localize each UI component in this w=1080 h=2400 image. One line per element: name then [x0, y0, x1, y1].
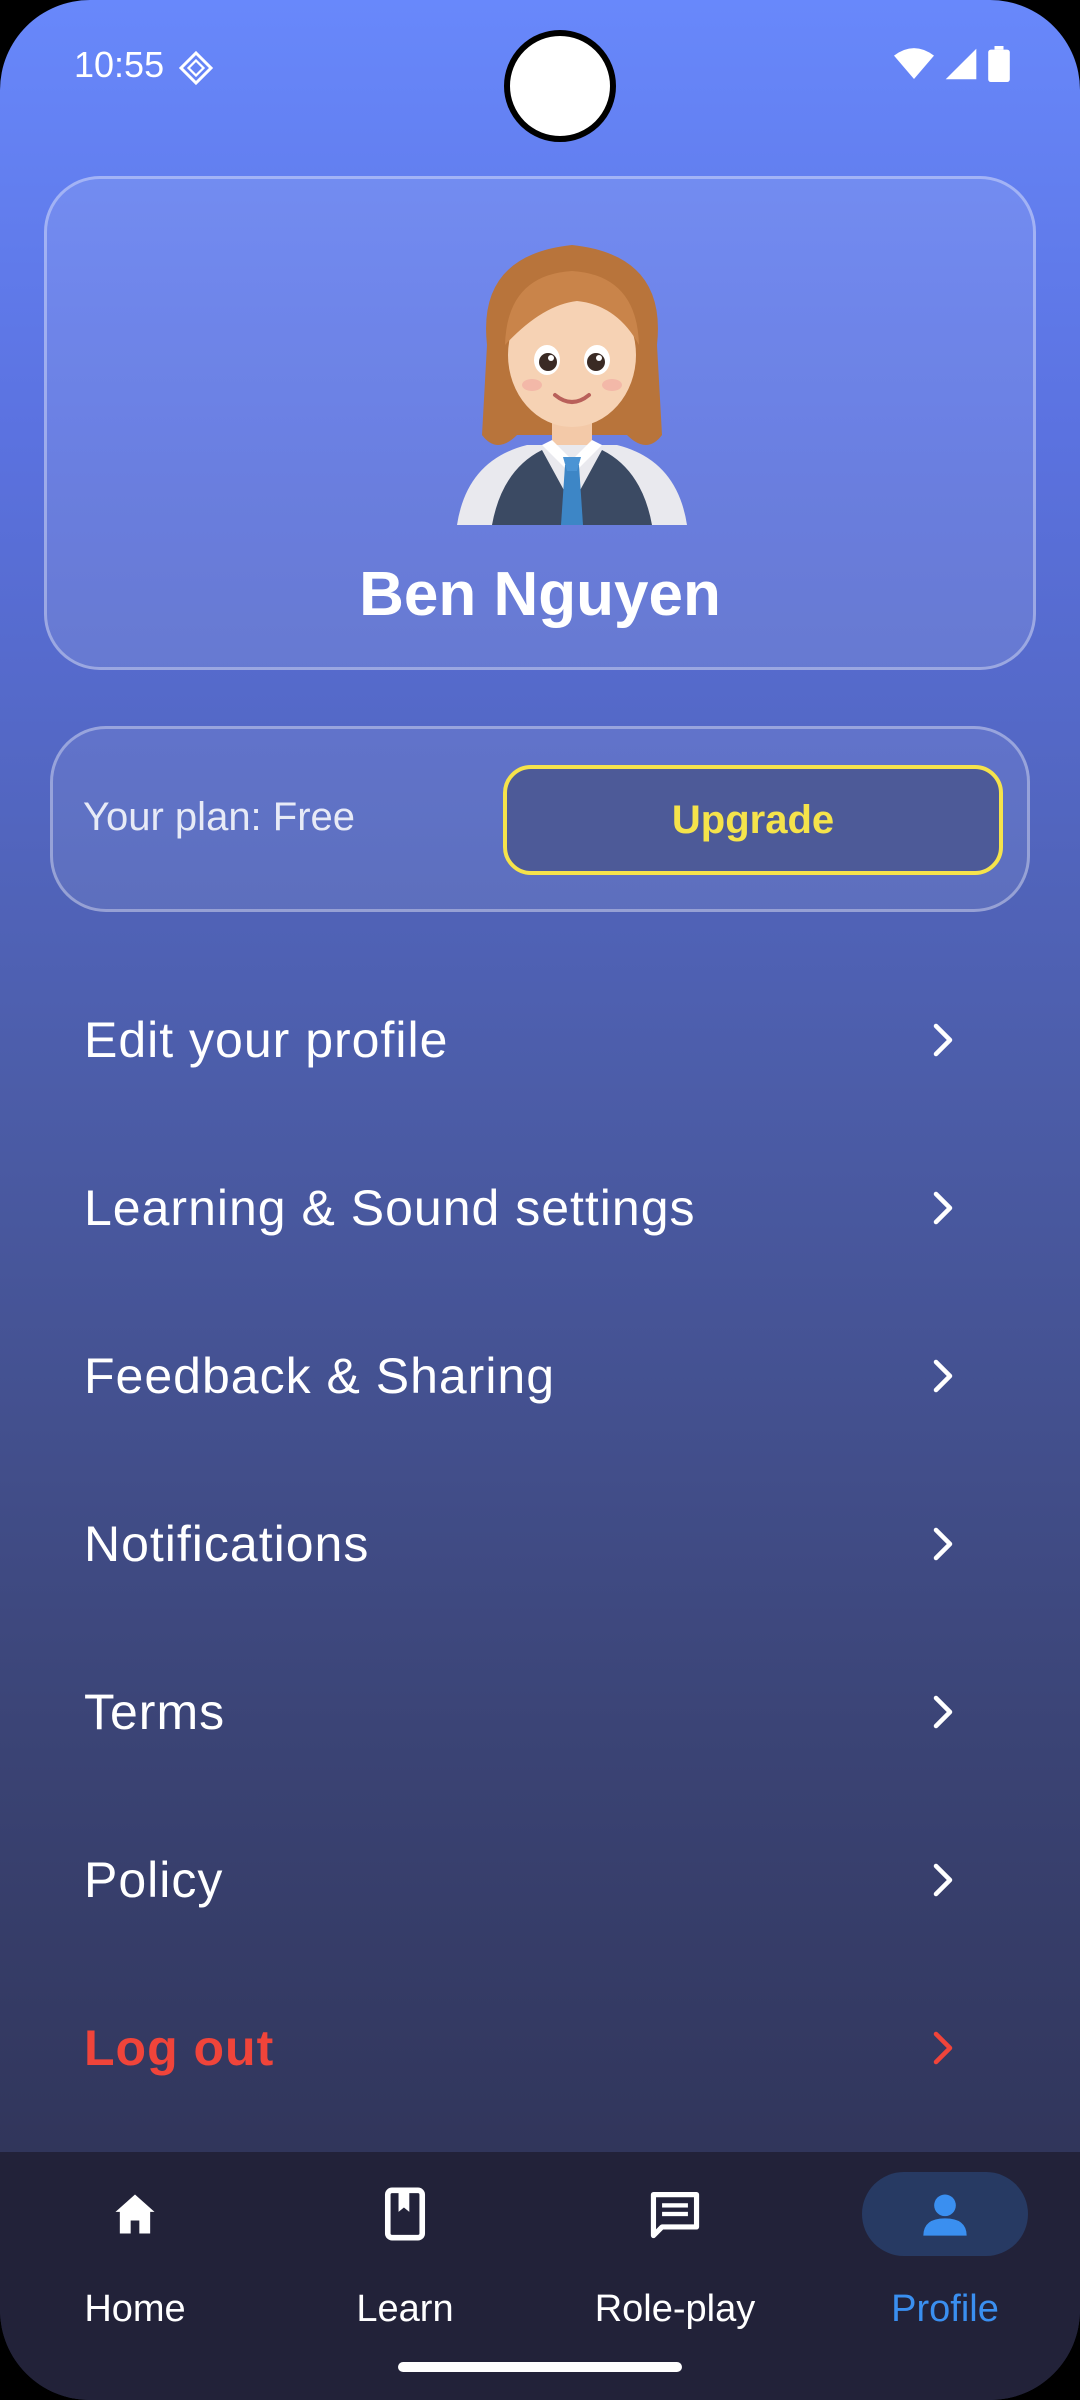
home-indicator[interactable]	[398, 2362, 682, 2372]
chevron-right-icon	[933, 2031, 953, 2065]
chevron-right-icon	[933, 1023, 953, 1057]
nav-item-learn[interactable]: Learn	[270, 2152, 540, 2352]
status-time: 10:55	[74, 44, 165, 85]
menu-item-label: Edit your profile	[84, 1012, 449, 1068]
home-icon	[115, 2194, 155, 2234]
nav-item-role-play[interactable]: Role-play	[540, 2152, 810, 2352]
nav-item-profile[interactable]: Profile	[810, 2152, 1080, 2352]
nav-label: Profile	[891, 2288, 999, 2330]
chevron-right-icon	[933, 1359, 953, 1393]
nav-label: Role-play	[594, 2288, 756, 2330]
menu-item-feedback-sharing[interactable]: Feedback & Sharing	[0, 1301, 1080, 1451]
nav-icon-wrap	[592, 2172, 758, 2256]
sparkle-diamond-icon	[178, 50, 214, 86]
chevron-right-icon	[933, 1863, 953, 1897]
menu-item-notifications[interactable]: Notifications	[0, 1469, 1080, 1619]
menu-item-edit-profile[interactable]: Edit your profile	[0, 965, 1080, 1115]
profile-screen: 10:55 Ben Nguyen Your plan: Free Upgrade…	[0, 0, 1080, 2400]
menu-item-label: Feedback & Sharing	[84, 1348, 556, 1404]
menu-item-label: Learning & Sound settings	[84, 1180, 696, 1236]
logout-label: Log out	[84, 2020, 275, 2076]
menu-item-label: Notifications	[84, 1516, 370, 1572]
menu-item-policy[interactable]: Policy	[0, 1805, 1080, 1955]
chevron-right-icon	[933, 1527, 953, 1561]
nav-label: Home	[84, 2288, 186, 2330]
plan-label: Your plan: Free	[83, 795, 356, 839]
status-bar: 10:55	[0, 0, 1080, 142]
profile-card: Ben Nguyen	[44, 176, 1036, 670]
battery-icon	[988, 46, 1010, 82]
camera-cutout	[504, 30, 616, 142]
nav-icon-wrap	[322, 2172, 488, 2256]
menu-item-terms[interactable]: Terms	[0, 1637, 1080, 1787]
wifi-icon	[894, 48, 934, 79]
plan-box: Your plan: Free Upgrade	[50, 726, 1030, 912]
signal-icon	[945, 48, 977, 80]
chat-icon	[650, 2192, 700, 2239]
nav-label: Learn	[356, 2288, 454, 2330]
menu-item-label: Terms	[84, 1684, 226, 1740]
upgrade-button[interactable]: Upgrade	[503, 765, 1003, 875]
avatar[interactable]	[447, 235, 697, 525]
person-icon	[923, 2194, 967, 2236]
status-icons	[894, 46, 1010, 82]
logout-button[interactable]: Log out	[0, 1973, 1080, 2123]
profile-name: Ben Nguyen	[359, 560, 721, 629]
menu-item-learning-sound-settings[interactable]: Learning & Sound settings	[0, 1133, 1080, 1283]
chevron-right-icon	[933, 1695, 953, 1729]
chevron-right-icon	[933, 1191, 953, 1225]
nav-icon-wrap	[52, 2172, 218, 2256]
menu-item-label: Policy	[84, 1852, 224, 1908]
book-icon	[384, 2187, 426, 2241]
nav-icon-wrap	[862, 2172, 1028, 2256]
nav-item-home[interactable]: Home	[0, 2152, 270, 2352]
